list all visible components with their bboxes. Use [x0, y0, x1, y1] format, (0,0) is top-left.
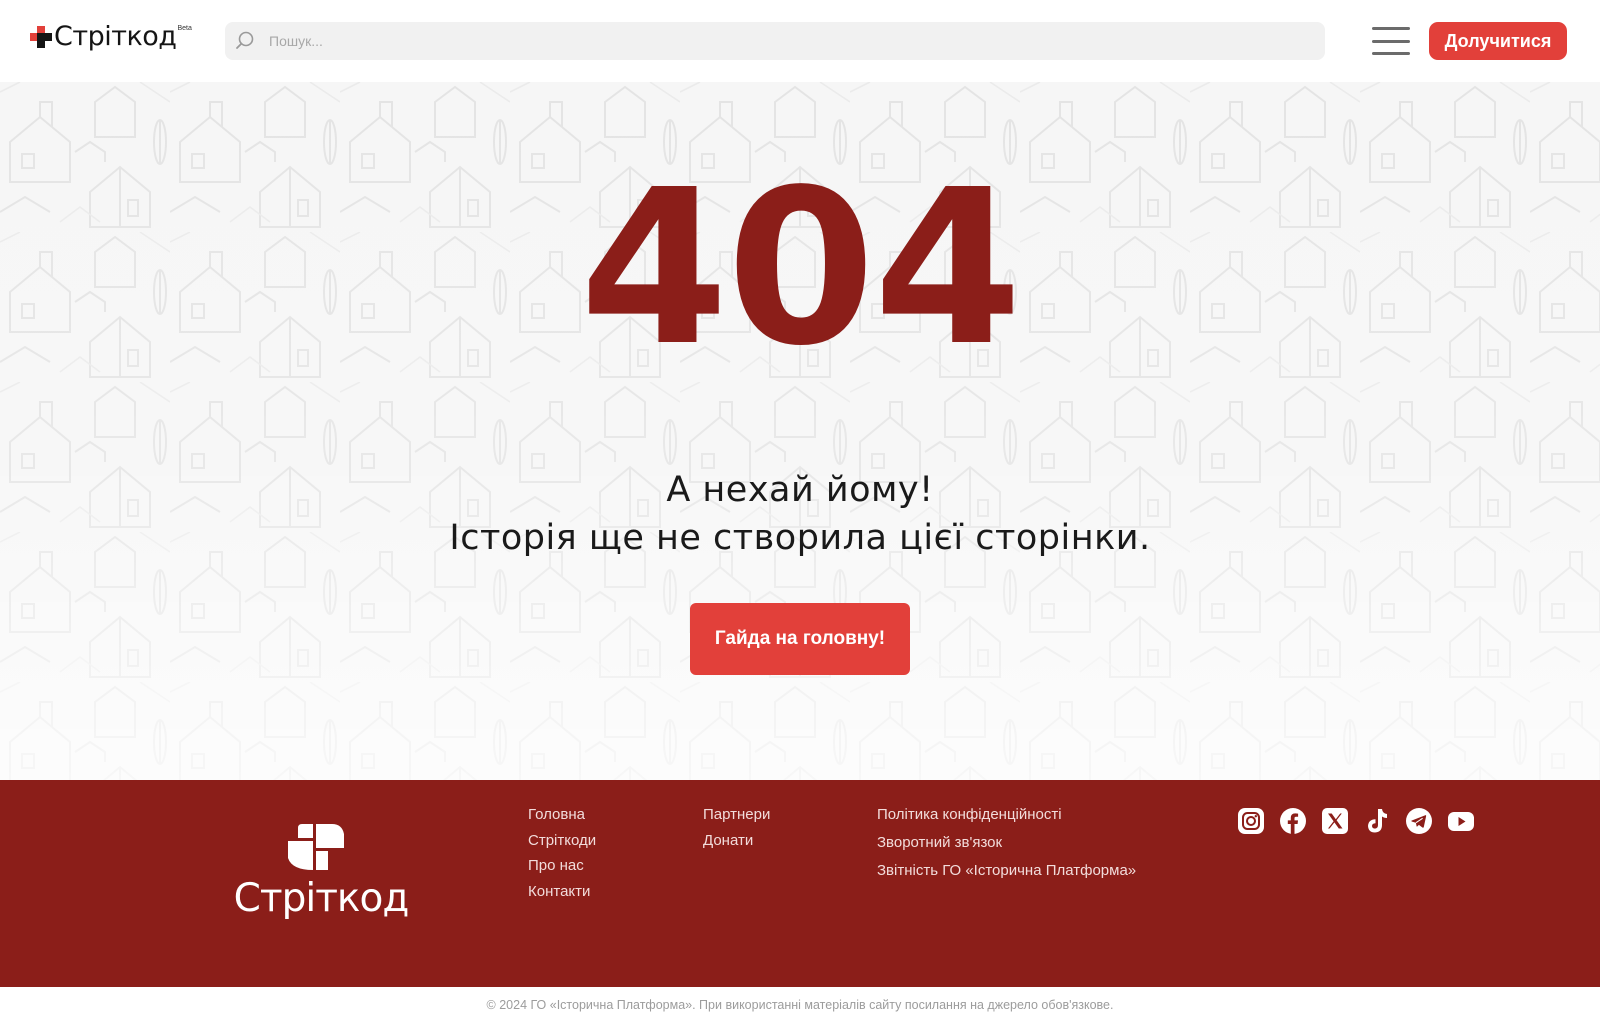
tiktok-icon[interactable]	[1363, 807, 1391, 835]
footer-link-home[interactable]: Головна	[528, 806, 596, 832]
error-hero: 404 А нехай йому! Історія ще не створила…	[0, 82, 1600, 780]
instagram-icon[interactable]	[1237, 807, 1265, 835]
copyright-notice: © 2024 ГО «Історична Платформа». При вик…	[486, 998, 1114, 1012]
error-title: А нехай йому!	[666, 470, 934, 510]
footer-link-reports[interactable]: Звітність ГО «Історична Платформа»	[877, 862, 1136, 890]
footer-link-streetcodes[interactable]: Стріткоди	[528, 832, 596, 858]
footer-nav-main: Головна Стріткоди Про нас Контакти	[528, 806, 596, 908]
join-button[interactable]: Долучитися	[1429, 22, 1567, 60]
footer-nav-support: Партнери Донати	[703, 806, 770, 858]
site-header: Стріткод Beta Долучитися	[0, 0, 1600, 82]
error-subtitle: Історія ще не створила цієї сторінки.	[449, 518, 1151, 558]
go-home-button[interactable]: Гайда на головну!	[690, 603, 910, 675]
footer-logo-text: Стріткод	[233, 876, 410, 921]
logo-text: Стріткод	[54, 21, 177, 52]
site-logo[interactable]: Стріткод Beta	[30, 22, 192, 56]
x-icon[interactable]	[1321, 807, 1349, 835]
menu-icon[interactable]	[1372, 27, 1410, 55]
telegram-icon[interactable]	[1405, 807, 1433, 835]
footer-logo[interactable]: Стріткод	[228, 824, 414, 924]
footer-link-partners[interactable]: Партнери	[703, 806, 770, 832]
youtube-icon[interactable]	[1447, 807, 1475, 835]
search-bar[interactable]	[225, 22, 1325, 60]
beta-badge: Beta	[177, 25, 192, 32]
footer-link-about[interactable]: Про нас	[528, 857, 596, 883]
footer-link-donate[interactable]: Донати	[703, 832, 770, 858]
facebook-icon[interactable]	[1279, 807, 1307, 835]
error-code: 404	[579, 144, 1023, 393]
site-footer: Стріткод Головна Стріткоди Про нас Конта…	[0, 780, 1600, 987]
social-links	[1237, 807, 1475, 835]
footer-logo-mark-icon	[288, 824, 344, 870]
footer-link-contacts[interactable]: Контакти	[528, 883, 596, 909]
search-input[interactable]	[269, 33, 1269, 49]
logo-mark-icon	[30, 26, 52, 48]
footer-link-feedback[interactable]: Зворотний зв'язок	[877, 834, 1136, 862]
search-icon	[236, 31, 254, 49]
footer-link-privacy[interactable]: Політика конфіденційності	[877, 806, 1136, 834]
footer-nav-legal: Політика конфіденційності Зворотний зв'я…	[877, 806, 1136, 890]
